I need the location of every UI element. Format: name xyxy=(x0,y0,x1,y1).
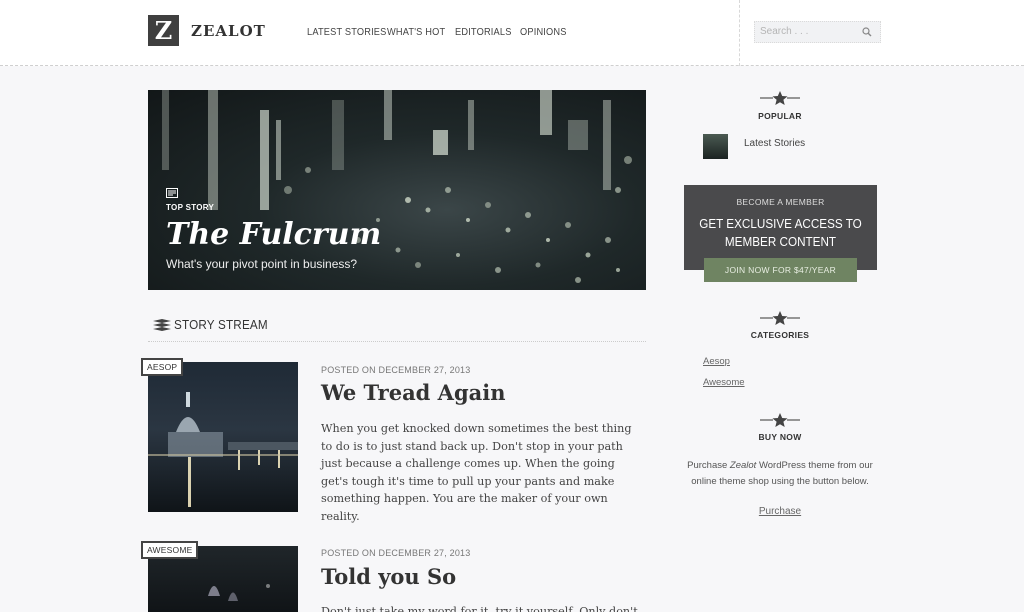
nav-whats-hot[interactable]: WHAT'S HOT xyxy=(387,26,445,38)
stack-icon xyxy=(153,319,171,331)
category-link-aesop[interactable]: Aesop xyxy=(703,356,730,367)
categories-title: CATEGORIES xyxy=(750,330,810,340)
post-excerpt: When you get knocked down sometimes the … xyxy=(321,422,632,523)
site-header: Z ZEALOT LATEST STORIES WHAT'S HOT EDITO… xyxy=(0,0,1024,66)
buy-now-title: BUY NOW xyxy=(758,432,802,442)
post-date: POSTED ON DECEMBER 27, 2013 xyxy=(321,365,471,375)
star-divider-icon xyxy=(760,91,800,105)
popular-link[interactable]: Latest Stories xyxy=(744,138,805,149)
post-date: POSTED ON DECEMBER 27, 2013 xyxy=(321,548,471,558)
post-thumbnail[interactable] xyxy=(148,362,298,512)
nav-editorials[interactable]: EDITORIALS xyxy=(455,26,512,38)
nav-opinions[interactable]: OPINIONS xyxy=(520,26,567,38)
post-title[interactable]: We Tread Again xyxy=(321,380,506,405)
site-name[interactable]: ZEALOT xyxy=(191,22,266,40)
search-placeholder: Search . . . xyxy=(760,26,809,37)
top-story-badge: TOP STORY xyxy=(166,203,215,212)
buy-text-theme-name: Zealot xyxy=(729,460,757,471)
popular-thumbnail[interactable] xyxy=(703,134,728,159)
post-excerpt: Don't just take my word for it, try it y… xyxy=(321,605,638,612)
popular-title: POPULAR xyxy=(758,111,802,121)
search-input[interactable]: Search . . . xyxy=(754,21,881,43)
story-stream-title: STORY STREAM xyxy=(174,317,268,332)
star-divider-icon xyxy=(760,413,800,427)
story-stream-header: STORY STREAM xyxy=(148,316,646,342)
newspaper-icon xyxy=(166,188,178,198)
category-tag[interactable]: AWESOME xyxy=(141,541,199,559)
logo-mark[interactable]: Z xyxy=(148,15,179,46)
member-big-heading-1: GET EXCLUSIVE ACCESS TO xyxy=(699,216,862,231)
post-title[interactable]: Told you So xyxy=(321,564,456,589)
nav-latest-stories[interactable]: LATEST STORIES xyxy=(307,26,386,38)
buy-text-part1: Purchase xyxy=(687,460,730,471)
category-tag[interactable]: AESOP xyxy=(141,358,184,376)
search-icon[interactable] xyxy=(862,27,872,37)
hero-title[interactable]: The Fulcrum xyxy=(166,217,381,252)
category-link-awesome[interactable]: Awesome xyxy=(703,377,745,388)
header-divider xyxy=(739,0,740,66)
hero-subtitle: What's your pivot point in business? xyxy=(166,257,358,271)
top-story-hero[interactable]: TOP STORY The Fulcrum What's your pivot … xyxy=(148,90,646,290)
purchase-link[interactable]: Purchase xyxy=(744,506,816,517)
star-divider-icon xyxy=(760,311,800,325)
join-button[interactable]: JOIN NOW FOR $47/YEAR xyxy=(704,258,857,282)
member-small-heading: BECOME A MEMBER xyxy=(736,197,825,207)
buy-now-text: Purchase Zealot WordPress theme from our… xyxy=(686,458,874,490)
member-big-heading-2: MEMBER CONTENT xyxy=(724,234,837,249)
